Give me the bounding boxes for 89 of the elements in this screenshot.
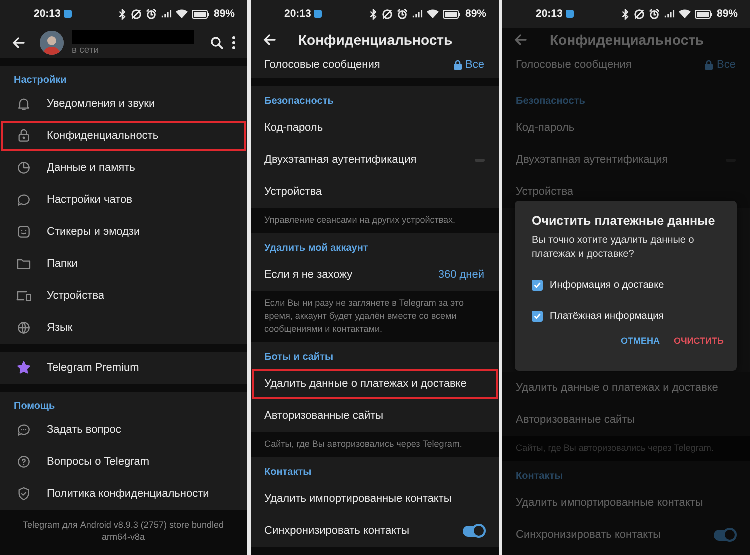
battery-percent: 89% [214,8,235,20]
section-header: Контакты [250,457,498,483]
checkbox[interactable] [532,280,543,291]
question-icon [16,454,32,470]
settings-row[interactable]: Если я не захожу 360 дней [250,259,498,291]
dialog-title: Очистить платежные данные [532,214,716,228]
checkbox[interactable] [532,311,543,322]
settings-row[interactable]: Авторизованные сайты [250,400,498,432]
status-time: 20:13 [34,8,61,20]
alarm-clock-icon [397,8,408,20]
do-not-disturb-icon [634,8,645,20]
screen-title: Конфиденциальность [550,32,704,48]
wifi-icon [176,9,188,19]
signal-icon [160,9,172,19]
star-icon [16,360,32,376]
settings-item[interactable]: Политика конфиденциальности [0,478,247,510]
avatar[interactable] [40,31,64,55]
cancel-button[interactable]: ОТМЕНА [616,332,665,350]
chat-bubble-icon [16,192,32,208]
checkbox-label[interactable]: Платёжная информация [550,311,664,322]
clear-button[interactable]: ОЧИСТИТЬ [668,332,729,350]
back-arrow-icon[interactable] [262,33,276,47]
settings-row[interactable]: Синхронизировать контакты [250,515,498,547]
more-icon[interactable] [232,36,236,50]
lock-icon [454,60,462,70]
chat-dots-icon [16,422,32,438]
wifi-icon [678,9,691,19]
settings-item[interactable]: Язык [0,312,247,344]
settings-item[interactable]: Задать вопрос [0,414,247,446]
bluetooth-icon [369,8,378,20]
section-header: Безопасность [250,86,498,112]
alarm-clock-icon [146,8,157,20]
settings-item[interactable]: Стикеры и эмодзи [0,216,247,248]
notification-icon [566,10,574,18]
bluetooth-icon [118,8,127,20]
settings-item[interactable]: Уведомления и звуки [0,88,247,120]
globe-icon [16,320,32,336]
signal-icon [412,9,424,19]
bell-icon [16,96,32,112]
settings-item[interactable]: Папки [0,248,247,280]
settings-row[interactable]: Удалить данные о платежах и доставке [250,368,498,400]
settings-row[interactable]: Код-пароль [250,112,498,144]
battery-percent: 89% [716,8,738,20]
section-header: Помощь [0,392,247,414]
version-text: arm64-v8a [100,531,146,543]
signal-icon [664,9,675,19]
settings-row[interactable]: Устройства [250,176,498,208]
toggle-switch[interactable] [462,526,484,536]
settings-item[interactable]: Telegram Premium [0,352,247,384]
status-time: 20:13 [536,8,563,20]
notification-icon [64,10,72,18]
lock-icon [705,60,714,70]
version-text: Telegram для Android v8.9.3 (2757) store bundled [22,519,225,531]
battery-percent: 89% [465,8,486,20]
pie-chart-icon [16,160,32,176]
settings-item[interactable]: Конфиденциальность [0,120,247,152]
do-not-disturb-icon [130,8,142,20]
value-text: Все [466,59,484,71]
bluetooth-icon [620,8,630,20]
section-header: Удалить мой аккаунт [250,233,498,259]
settings-row[interactable]: Удалить импортированные контакты [250,483,498,515]
settings-row[interactable]: Двухэтапная аутентификация [250,144,498,176]
battery-icon [694,10,713,18]
status-time: 20:13 [284,8,312,20]
do-not-disturb-icon [382,8,394,20]
battery-icon [192,10,210,18]
wifi-icon [427,9,440,19]
back-arrow-icon[interactable] [12,36,26,50]
settings-item[interactable]: Настройки чатов [0,184,247,216]
toggle-switch[interactable] [714,530,736,540]
sticker-icon [16,224,32,240]
shield-check-icon [16,486,32,502]
settings-item[interactable]: Устройства [0,280,247,312]
settings-row[interactable]: Голосовые сообщения Все [250,52,498,78]
value-text: Все [717,59,736,71]
battery-icon [443,10,462,18]
online-status: в сети [72,45,100,56]
value-text: 360 дней [438,269,484,281]
alarm-clock-icon [648,8,660,20]
notification-icon [314,10,322,18]
lock-icon [16,128,32,144]
settings-item[interactable]: Данные и память [0,152,247,184]
settings-item[interactable]: Вопросы о Telegram [0,446,247,478]
section-header: Боты и сайты [250,342,498,368]
section-header: Настройки [0,66,247,88]
screen-title: Конфиденциальность [298,32,453,48]
dialog-message: Вы точно хотите удалить данные о платежах и доставке? [532,234,696,262]
search-icon[interactable] [210,36,224,50]
checkbox-label[interactable]: Информация о доставке [550,280,664,291]
